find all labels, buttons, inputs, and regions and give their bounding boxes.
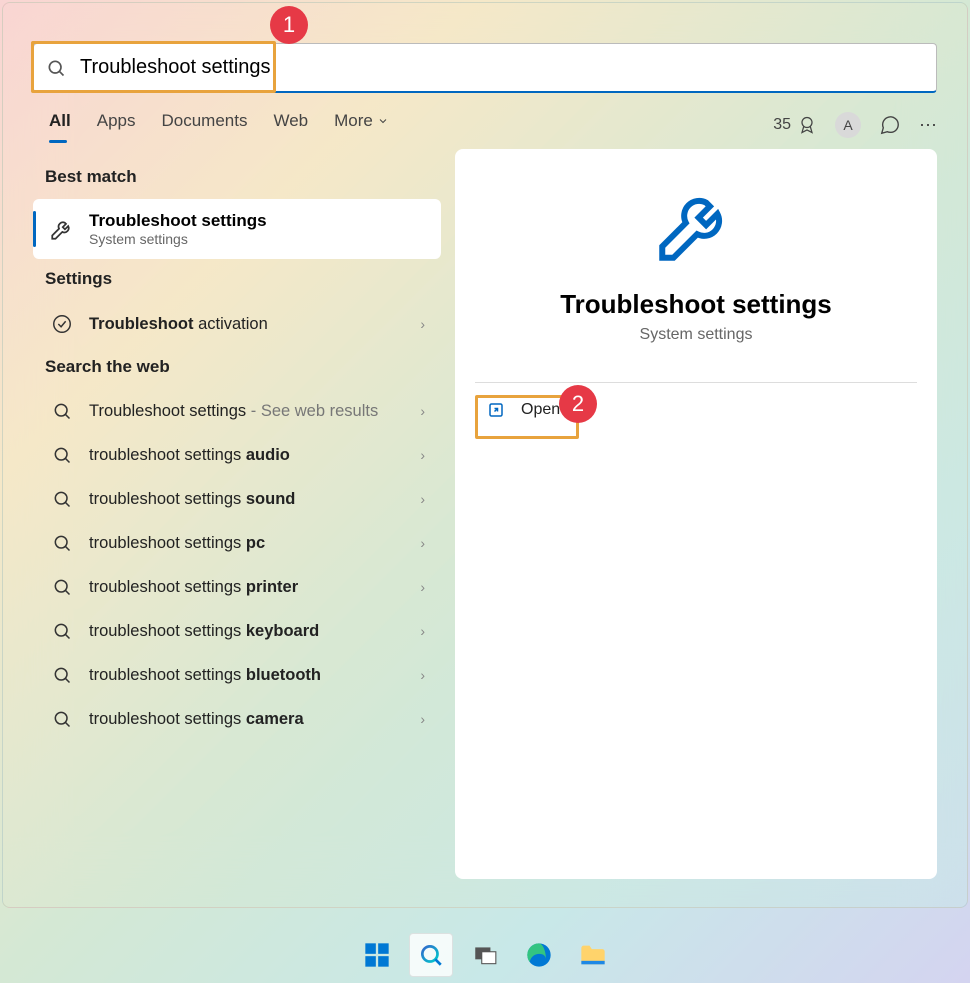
web-result[interactable]: Troubleshoot settings - See web results … <box>33 389 441 433</box>
section-best-match: Best match <box>45 167 429 187</box>
chevron-right-icon: › <box>420 667 425 683</box>
search-icon <box>52 665 72 685</box>
folder-icon <box>579 941 607 969</box>
windows-start-icon <box>363 941 391 969</box>
web-result[interactable]: troubleshoot settings camera › <box>33 697 441 741</box>
more-options[interactable]: ⋯ <box>919 115 937 136</box>
best-match-subtitle: System settings <box>89 231 267 247</box>
settings-result-activation[interactable]: Troubleshoot activation › <box>33 301 441 347</box>
annotation-marker-2: 2 <box>559 385 597 423</box>
web-result[interactable]: troubleshoot settings printer › <box>33 565 441 609</box>
chevron-right-icon: › <box>420 535 425 551</box>
tab-more[interactable]: More <box>334 111 389 139</box>
chevron-right-icon: › <box>420 579 425 595</box>
tab-documents[interactable]: Documents <box>161 111 247 139</box>
search-icon <box>52 445 72 465</box>
chevron-right-icon: › <box>420 711 425 727</box>
taskbar-explorer[interactable] <box>571 933 615 977</box>
annotation-marker-1: 1 <box>270 6 308 44</box>
chevron-right-icon: › <box>420 316 425 332</box>
checkmark-circle-icon <box>51 313 73 335</box>
web-result[interactable]: troubleshoot settings sound › <box>33 477 441 521</box>
tab-all[interactable]: All <box>49 111 71 139</box>
detail-subtitle: System settings <box>640 326 753 344</box>
results-panel: Best match Troubleshoot settings System … <box>33 149 441 879</box>
taskbar-start[interactable] <box>355 933 399 977</box>
chevron-right-icon: › <box>420 623 425 639</box>
filter-tabs: All Apps Documents Web More 35 A ⋯ <box>49 111 937 139</box>
wrench-icon <box>651 179 741 269</box>
search-window: All Apps Documents Web More 35 A ⋯ Best … <box>2 2 968 908</box>
medal-icon <box>797 115 817 135</box>
rewards-badge[interactable]: 35 <box>773 115 817 135</box>
chevron-right-icon: › <box>420 491 425 507</box>
search-icon <box>52 709 72 729</box>
avatar[interactable]: A <box>835 112 861 138</box>
chevron-down-icon <box>377 115 389 127</box>
tab-web[interactable]: Web <box>273 111 308 139</box>
open-label: Open <box>521 401 560 419</box>
edge-icon <box>525 941 553 969</box>
best-match-title: Troubleshoot settings <box>89 211 267 231</box>
web-result[interactable]: troubleshoot settings keyboard › <box>33 609 441 653</box>
web-result[interactable]: troubleshoot settings pc › <box>33 521 441 565</box>
chevron-right-icon: › <box>420 403 425 419</box>
taskbar <box>0 927 970 983</box>
section-search-web: Search the web <box>45 357 429 377</box>
search-icon <box>52 401 72 421</box>
open-button[interactable]: Open <box>475 383 917 437</box>
search-icon <box>52 621 72 641</box>
detail-title: Troubleshoot settings <box>560 289 832 320</box>
section-settings: Settings <box>45 269 429 289</box>
search-icon <box>46 58 66 78</box>
search-icon <box>418 942 444 968</box>
search-input[interactable] <box>80 56 924 79</box>
tab-apps[interactable]: Apps <box>97 111 136 139</box>
taskbar-edge[interactable] <box>517 933 561 977</box>
search-bar[interactable] <box>33 43 937 93</box>
detail-panel: Troubleshoot settings System settings Op… <box>455 149 937 879</box>
web-result[interactable]: troubleshoot settings bluetooth › <box>33 653 441 697</box>
taskbar-search[interactable] <box>409 933 453 977</box>
open-external-icon <box>487 401 505 419</box>
web-result[interactable]: troubleshoot settings audio › <box>33 433 441 477</box>
task-view-icon <box>472 942 498 968</box>
best-match-result[interactable]: Troubleshoot settings System settings <box>33 199 441 259</box>
search-icon <box>52 489 72 509</box>
chevron-right-icon: › <box>420 447 425 463</box>
taskbar-task-view[interactable] <box>463 933 507 977</box>
chat-icon[interactable] <box>879 114 901 136</box>
search-icon <box>52 533 72 553</box>
wrench-icon <box>49 216 75 242</box>
search-icon <box>52 577 72 597</box>
